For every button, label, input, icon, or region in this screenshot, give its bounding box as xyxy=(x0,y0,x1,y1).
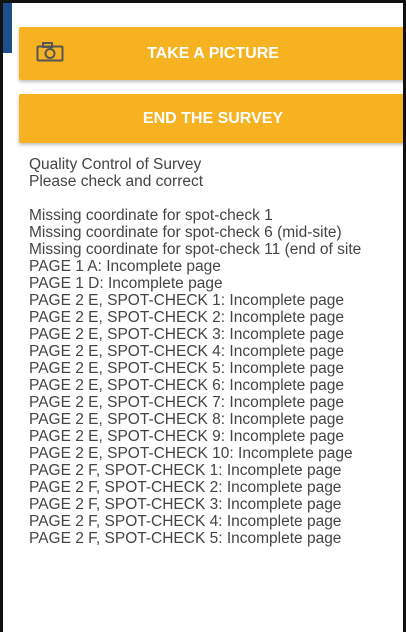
qc-message: PAGE 2 F, SPOT-CHECK 4: Incomplete page xyxy=(29,513,342,530)
qc-message: PAGE 2 E, SPOT-CHECK 1: Incomplete page xyxy=(29,292,345,309)
qc-message: PAGE 2 E, SPOT-CHECK 2: Incomplete page xyxy=(29,309,345,326)
qc-message: PAGE 2 E, SPOT-CHECK 8: Incomplete page xyxy=(29,411,345,428)
left-edge-strip xyxy=(3,3,12,53)
camera-icon xyxy=(36,42,64,62)
qc-title: Quality Control of Survey xyxy=(29,156,202,173)
take-picture-label: TAKE A PICTURE xyxy=(147,44,279,62)
qc-message: Missing coordinate for spot-check 6 (mid… xyxy=(29,224,342,241)
survey-screen: TAKE A PICTURE END THE SURVEY Quality Co… xyxy=(0,0,406,632)
qc-message: PAGE 2 F, SPOT-CHECK 2: Incomplete page xyxy=(29,479,342,496)
end-survey-button[interactable]: END THE SURVEY xyxy=(19,94,403,143)
qc-message: PAGE 1 D: Incomplete page xyxy=(29,275,223,292)
qc-message: PAGE 2 E, SPOT-CHECK 6: Incomplete page xyxy=(29,377,345,394)
qc-message: Missing coordinate for spot-check 1 xyxy=(29,207,273,224)
qc-message: PAGE 2 E, SPOT-CHECK 5: Incomplete page xyxy=(29,360,345,377)
qc-message: Missing coordinate for spot-check 11 (en… xyxy=(29,241,362,258)
qc-message: PAGE 2 E, SPOT-CHECK 4: Incomplete page xyxy=(29,343,345,360)
qc-message: PAGE 2 E, SPOT-CHECK 10: Incomplete page xyxy=(29,445,353,462)
qc-spacer xyxy=(29,190,403,207)
qc-message: PAGE 2 E, SPOT-CHECK 9: Incomplete page xyxy=(29,428,345,445)
qc-message: PAGE 2 F, SPOT-CHECK 3: Incomplete page xyxy=(29,496,342,513)
qc-message: PAGE 2 F, SPOT-CHECK 1: Incomplete page xyxy=(29,462,342,479)
qc-message: PAGE 2 E, SPOT-CHECK 7: Incomplete page xyxy=(29,394,345,411)
qc-subtitle: Please check and correct xyxy=(29,173,204,190)
quality-control-panel: Quality Control of Survey Please check a… xyxy=(29,156,403,547)
end-survey-label: END THE SURVEY xyxy=(142,109,284,127)
qc-message: PAGE 2 E, SPOT-CHECK 3: Incomplete page xyxy=(29,326,345,343)
qc-message: PAGE 2 F, SPOT-CHECK 5: Incomplete page xyxy=(29,530,342,547)
take-picture-button[interactable]: TAKE A PICTURE xyxy=(19,27,403,80)
qc-message: PAGE 1 A: Incomplete page xyxy=(29,258,221,275)
